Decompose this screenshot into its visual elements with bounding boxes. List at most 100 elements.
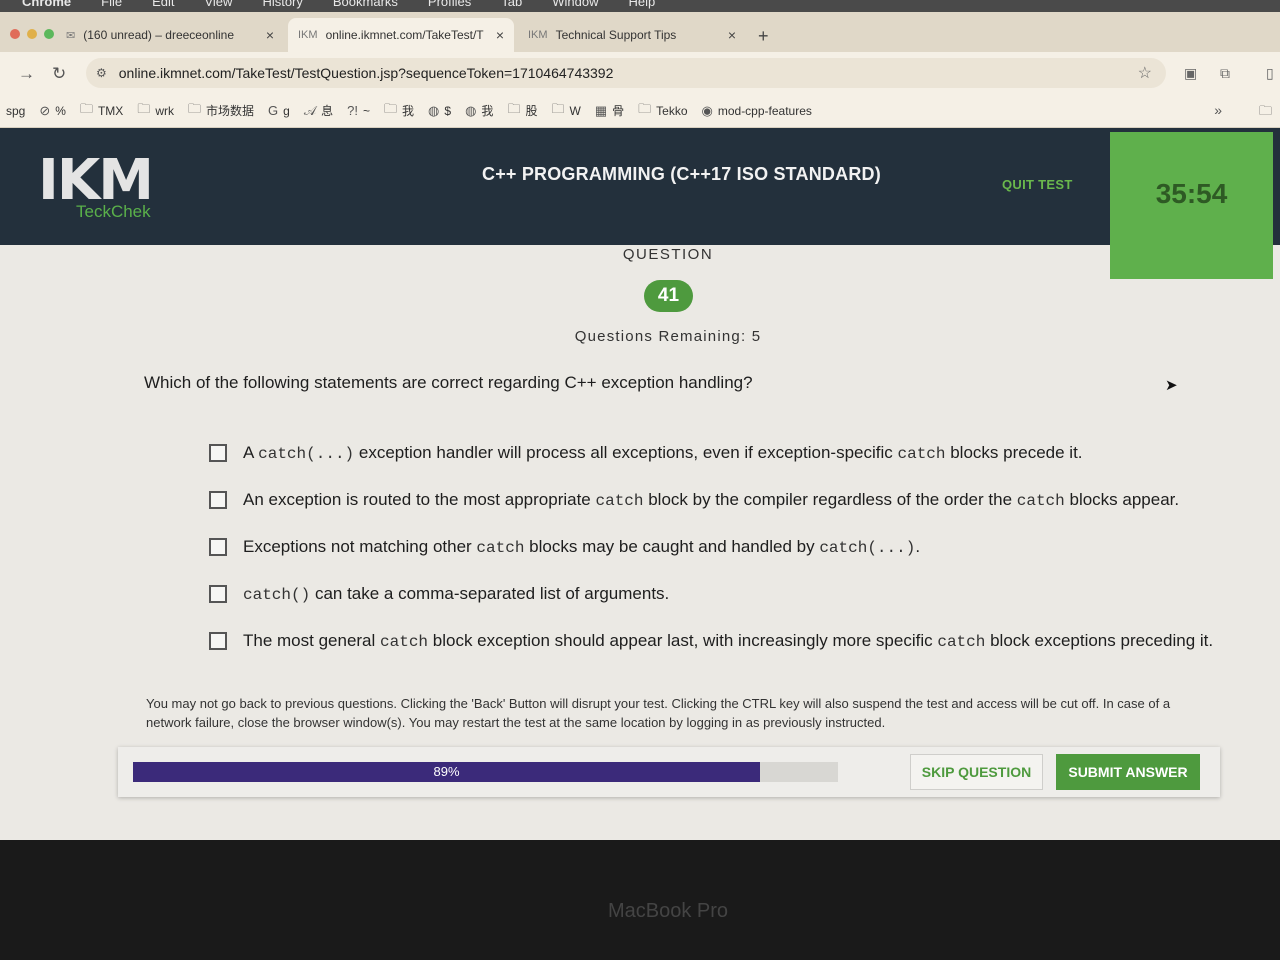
ikm-icon: IKM <box>528 29 548 41</box>
extension-icon[interactable]: ▣ <box>1184 65 1197 82</box>
tab-ikm-test[interactable]: IKM online.ikmnet.com/TakeTest/T × <box>288 18 514 52</box>
answer-text-part: block by the compiler regardless of the … <box>643 490 1017 509</box>
forward-arrow-icon[interactable]: → <box>18 64 35 84</box>
submit-answer-button[interactable]: SUBMIT ANSWER <box>1056 754 1200 790</box>
menubar-item[interactable]: Edit <box>152 0 174 9</box>
code-keyword: catch <box>595 492 644 510</box>
tab-label: (160 unread) – dreeceonline <box>83 28 234 42</box>
zoom-window-button[interactable] <box>44 29 54 39</box>
github-icon: ◉ <box>701 102 713 118</box>
folder-icon: 🗀 <box>384 100 398 116</box>
menubar-item[interactable]: Profiles <box>428 0 471 9</box>
bookmark-item[interactable]: Gg <box>268 103 290 118</box>
question-text: Which of the following statements are co… <box>144 373 753 392</box>
new-tab-button[interactable]: + <box>758 26 769 47</box>
bookmark-item[interactable]: ?! ~ <box>347 103 370 118</box>
test-notice: You may not go back to previous question… <box>146 696 1171 730</box>
bookmark-item[interactable]: 🗀 Tekko <box>638 100 687 122</box>
menubar-item[interactable]: File <box>101 0 122 9</box>
menubar-item[interactable]: Help <box>629 0 656 9</box>
test-title: C++ PROGRAMMING (C++17 ISO STANDARD) <box>482 164 881 184</box>
bookmark-item[interactable]: ◍ 我 <box>465 102 493 119</box>
folder-icon[interactable]: 🗀 <box>1259 102 1272 124</box>
macos-menubar: Chrome File Edit View History Bookmarks Profil… <box>0 0 1280 12</box>
answer-option[interactable]: A catch(...) exception handler will proc… <box>209 440 1239 467</box>
minimize-window-button[interactable] <box>27 29 37 39</box>
tab-close-button[interactable]: × <box>728 27 736 43</box>
tab-close-button[interactable]: × <box>496 27 504 43</box>
bookmark-item[interactable]: 𝒜息 <box>304 102 333 119</box>
menubar-item[interactable]: Tab <box>501 0 522 9</box>
answer-text-part: blocks may be caught and handled by <box>524 537 820 556</box>
bookmark-item[interactable]: 🗀 W <box>551 100 580 122</box>
sidepanel-icon[interactable]: ▯ <box>1266 65 1274 82</box>
google-icon: G <box>268 103 279 118</box>
question-number-badge: 41 <box>644 280 693 312</box>
puzzle-icon[interactable]: ⧉ <box>1220 65 1230 82</box>
answer-checkbox[interactable] <box>209 444 227 462</box>
answer-footer: 89% SKIP QUESTION SUBMIT ANSWER <box>118 747 1220 797</box>
answer-option[interactable]: catch() can take a comma-separated list … <box>209 581 1239 608</box>
bookmark-item[interactable]: spg <box>6 104 25 118</box>
site-settings-icon[interactable]: ⚙ <box>96 66 107 80</box>
answer-checkbox[interactable] <box>209 491 227 509</box>
answer-text-part: exception handler will process all excep… <box>354 443 898 462</box>
tab-support-tips[interactable]: IKM Technical Support Tips × <box>518 18 746 52</box>
answer-option[interactable]: The most general catch block exception s… <box>209 628 1239 655</box>
folder-icon: 🗀 <box>507 100 521 116</box>
menubar-item[interactable]: Chrome <box>22 0 71 9</box>
answer-text-part: block exception should appear last, with… <box>428 631 938 650</box>
answer-text-part: block exceptions preceding it. <box>985 631 1214 650</box>
answer-text-part: blocks appear. <box>1064 490 1180 509</box>
forbidden-icon: ⊘ <box>39 102 51 118</box>
answer-checkbox[interactable] <box>209 632 227 650</box>
answer-checkbox[interactable] <box>209 538 227 556</box>
bookmark-label: spg <box>6 103 26 118</box>
bookmark-label: 骨 <box>612 104 625 118</box>
skip-question-button[interactable]: SKIP QUESTION <box>910 754 1043 790</box>
quit-test-button[interactable]: QUIT TEST <box>1002 177 1073 192</box>
test-page: IKM TeckChek C++ PROGRAMMING (C++17 ISO … <box>0 128 1280 840</box>
globe-icon: ◍ <box>428 102 440 118</box>
bookmark-item[interactable]: ◉ mod-cpp-features <box>702 103 812 119</box>
address-bar[interactable]: ⚙ online.ikmnet.com/TakeTest/TestQuestio… <box>86 58 1166 88</box>
menubar-item[interactable]: History <box>262 0 302 9</box>
questions-remaining: Questions Remaining: 5 <box>574 328 762 345</box>
bookmark-item[interactable]: ▦ 骨 <box>595 102 624 119</box>
code-keyword: catch() <box>243 586 311 604</box>
answer-option[interactable]: An exception is routed to the most appro… <box>209 487 1239 514</box>
answer-checkbox[interactable] <box>209 585 227 603</box>
bookmark-star-icon[interactable]: ☆ <box>1138 63 1152 83</box>
bookmark-item[interactable]: 🗀 市场数据 <box>188 100 254 122</box>
code-keyword: catch(...) <box>819 539 916 557</box>
folder-icon: 🗀 <box>187 100 201 116</box>
tab-close-button[interactable]: × <box>266 27 274 43</box>
bookmark-item[interactable]: 🗀 股 <box>507 100 537 122</box>
bookmark-item[interactable]: 🗀 TMX <box>80 100 123 122</box>
mouse-cursor-icon: ➤ <box>1165 377 1178 394</box>
bookmark-item[interactable]: 🗀 我 <box>384 100 414 122</box>
bookmark-label: Tekko <box>656 103 688 118</box>
answer-text: catch() can take a comma-separated list … <box>243 581 669 608</box>
menubar-item[interactable]: Bookmarks <box>333 0 398 9</box>
code-keyword: catch <box>380 633 429 651</box>
tab-gmail[interactable]: ✉ (160 unread) – dreeceonline × <box>56 18 284 52</box>
bookmarks-overflow-button[interactable]: » <box>1214 102 1222 118</box>
bookmark-item[interactable]: 🗀 wrk <box>137 100 174 122</box>
bookmark-item[interactable]: ◍ $ <box>428 103 451 119</box>
menubar-item[interactable]: View <box>204 0 232 9</box>
answer-option[interactable]: Exceptions not matching other catch bloc… <box>209 534 1239 561</box>
ikm-icon: IKM <box>298 29 318 41</box>
bookmark-item[interactable]: ⊘% <box>39 103 66 119</box>
bookmark-label: 我 <box>402 104 415 118</box>
bookmark-label: W <box>569 103 581 118</box>
menubar-item[interactable]: Window <box>552 0 598 9</box>
close-window-button[interactable] <box>10 29 20 39</box>
reload-icon[interactable]: ↻ <box>52 64 66 84</box>
folder-icon: 🗀 <box>137 100 151 116</box>
answer-text-part: An exception is routed to the most appro… <box>243 490 596 509</box>
bookmark-label: $ <box>444 103 452 118</box>
bookmark-label: 股 <box>525 104 538 118</box>
question-label: QUESTION <box>622 246 714 263</box>
code-keyword: catch <box>937 633 986 651</box>
